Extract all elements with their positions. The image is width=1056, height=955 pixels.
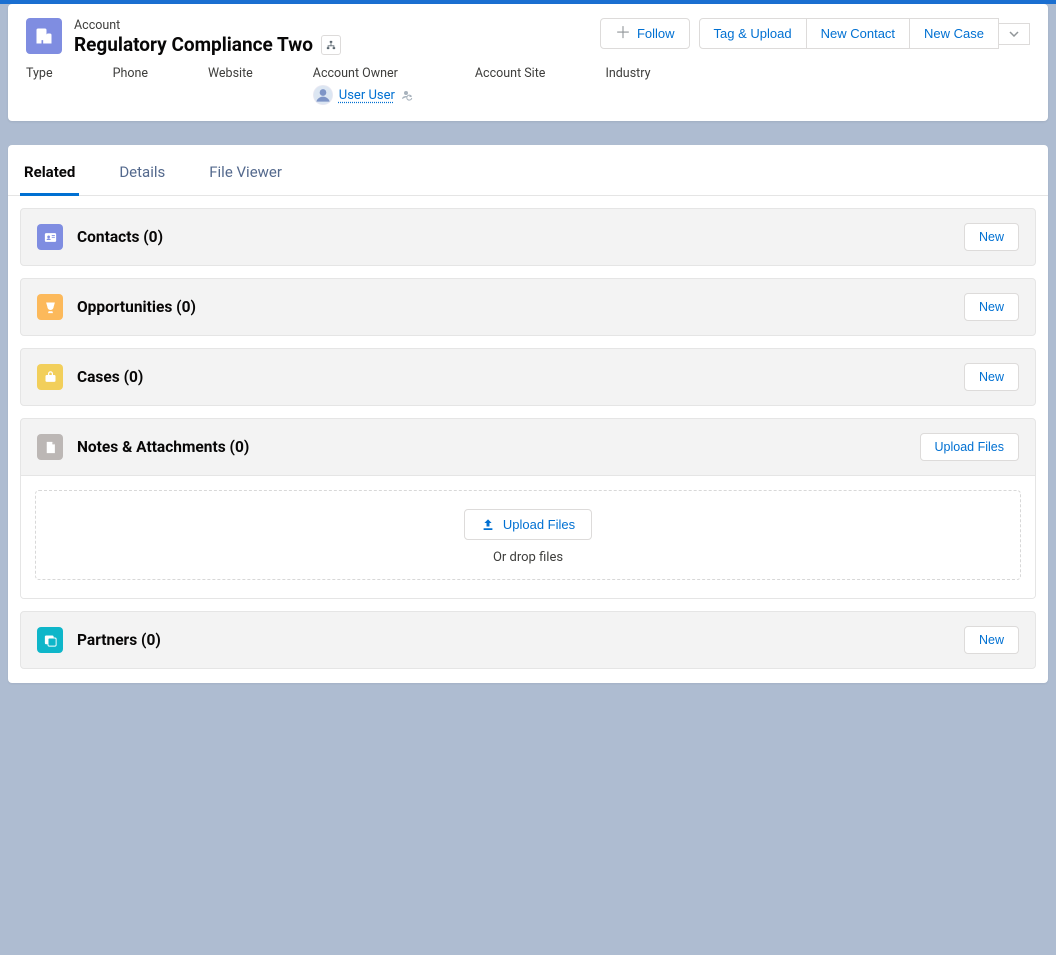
tab-file-viewer[interactable]: File Viewer — [205, 145, 286, 196]
cases-icon — [37, 364, 63, 390]
record-title: Regulatory Compliance Two — [74, 33, 600, 56]
tab-related[interactable]: Related — [20, 145, 79, 196]
tabset: Related Details File Viewer — [8, 145, 1048, 196]
field-website: Website — [208, 66, 253, 105]
upload-files-dropzone-button[interactable]: Upload Files — [464, 509, 592, 540]
opportunities-icon — [37, 294, 63, 320]
object-label: Account — [74, 18, 600, 33]
header-actions: ＋ Follow Tag & Upload New Contact New Ca… — [600, 18, 1030, 49]
upload-files-button[interactable]: Upload Files — [920, 433, 1019, 461]
field-label: Account Site — [475, 66, 546, 81]
field-phone: Phone — [113, 66, 148, 105]
upload-files-label: Upload Files — [503, 517, 575, 532]
owner-avatar-icon — [313, 85, 333, 105]
notes-icon — [37, 434, 63, 460]
contacts-title[interactable]: Contacts (0) — [77, 228, 964, 246]
new-opportunity-button[interactable]: New — [964, 293, 1019, 321]
new-contact-button[interactable]: New Contact — [806, 18, 910, 49]
related-opportunities-card: Opportunities (0) New — [20, 278, 1036, 336]
account-icon — [26, 18, 62, 54]
cases-title[interactable]: Cases (0) — [77, 368, 964, 386]
follow-label: Follow — [637, 26, 675, 41]
partners-icon — [37, 627, 63, 653]
field-label: Website — [208, 66, 253, 81]
record-header: Account Regulatory Compliance Two ＋ Foll… — [8, 4, 1048, 121]
field-label: Industry — [605, 66, 650, 81]
drop-hint: Or drop files — [36, 550, 1020, 565]
field-owner: Account Owner User User — [313, 66, 415, 105]
related-partners-card: Partners (0) New — [20, 611, 1036, 669]
related-cases-card: Cases (0) New — [20, 348, 1036, 406]
main-panel: Related Details File Viewer Contacts (0)… — [8, 145, 1048, 683]
file-dropzone[interactable]: Upload Files Or drop files — [35, 490, 1021, 580]
highlights-panel: Type Phone Website Account Owner User Us… — [8, 66, 1048, 121]
field-label: Type — [26, 66, 53, 81]
chevron-down-icon — [1009, 31, 1019, 37]
owner-link[interactable]: User User — [339, 88, 395, 103]
field-type: Type — [26, 66, 53, 105]
plus-icon: ＋ — [615, 27, 631, 40]
field-industry: Industry — [605, 66, 650, 105]
opportunities-title[interactable]: Opportunities (0) — [77, 298, 964, 316]
tag-upload-button[interactable]: Tag & Upload — [699, 18, 807, 49]
upload-icon — [481, 518, 495, 532]
related-contacts-card: Contacts (0) New — [20, 208, 1036, 266]
notes-title[interactable]: Notes & Attachments (0) — [77, 438, 920, 456]
tab-details[interactable]: Details — [115, 145, 169, 196]
field-label: Phone — [113, 66, 148, 81]
hierarchy-button[interactable] — [321, 35, 341, 55]
record-name: Regulatory Compliance Two — [74, 33, 313, 56]
more-actions-button[interactable] — [998, 23, 1030, 45]
field-label: Account Owner — [313, 66, 415, 81]
change-owner-icon[interactable] — [399, 87, 415, 103]
new-contact-related-button[interactable]: New — [964, 223, 1019, 251]
new-case-button[interactable]: New Case — [909, 18, 999, 49]
follow-button[interactable]: ＋ Follow — [600, 18, 690, 49]
new-case-related-button[interactable]: New — [964, 363, 1019, 391]
new-partner-button[interactable]: New — [964, 626, 1019, 654]
field-account-site: Account Site — [475, 66, 546, 105]
partners-title[interactable]: Partners (0) — [77, 631, 964, 649]
related-notes-card: Notes & Attachments (0) Upload Files Upl… — [20, 418, 1036, 599]
contacts-icon — [37, 224, 63, 250]
